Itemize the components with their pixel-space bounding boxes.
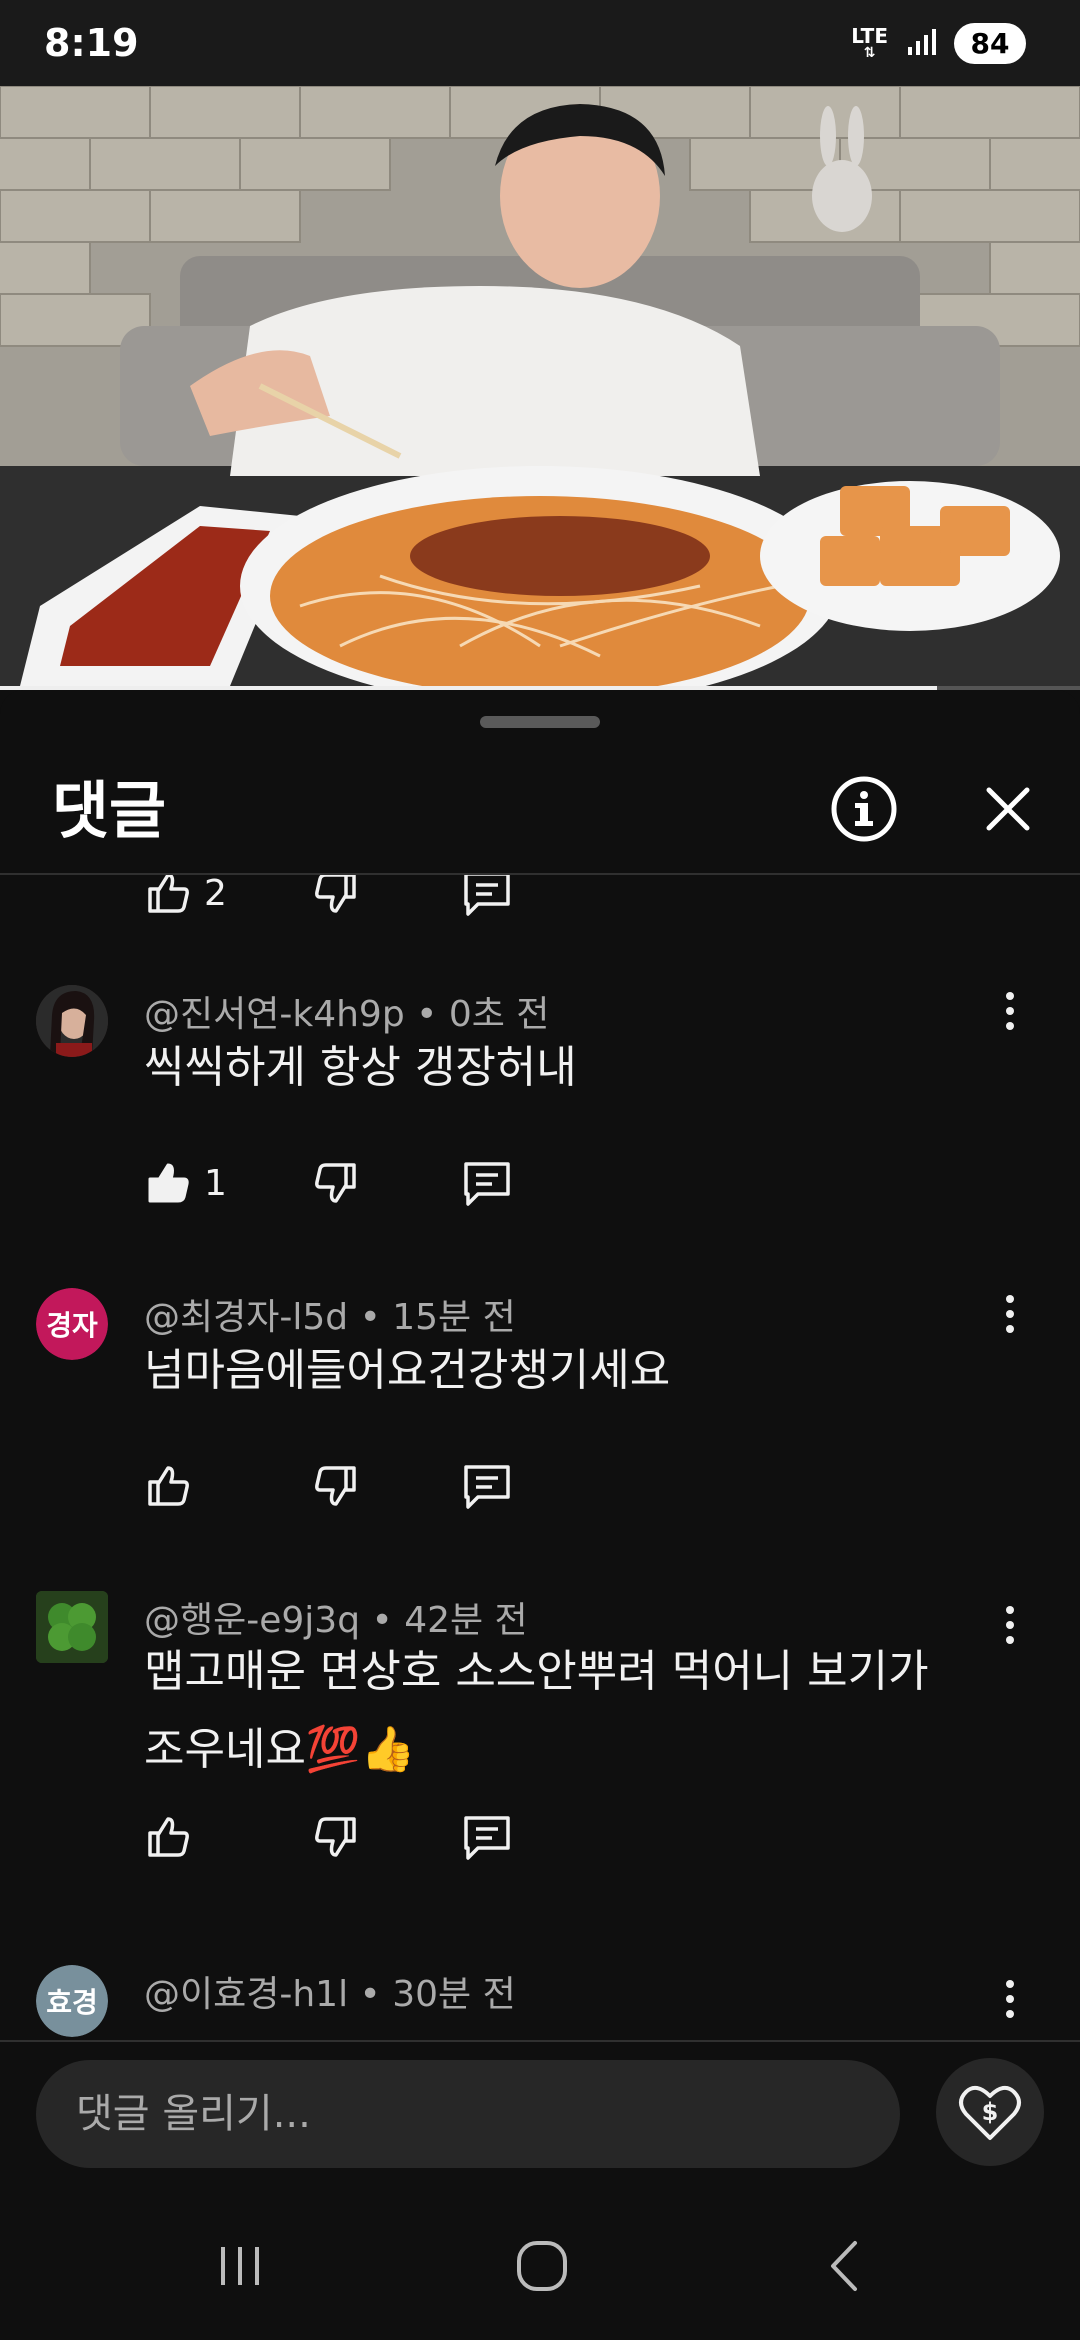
dislike-button[interactable] xyxy=(312,875,360,923)
comment-text: 씩씩하게 항상 갱장허내 xyxy=(144,1042,577,1093)
recents-button[interactable] xyxy=(180,2226,300,2306)
comment-actions xyxy=(144,1807,644,1867)
clover-icon xyxy=(36,1591,108,1663)
system-nav-bar xyxy=(0,2190,1080,2340)
avatar[interactable] xyxy=(36,1591,108,1663)
reply-icon xyxy=(464,1465,510,1509)
video-frame xyxy=(0,86,1080,690)
back-icon xyxy=(831,2241,857,2291)
data-arrows-icon: ⇅ xyxy=(863,45,876,61)
thumbs-down-icon xyxy=(315,875,356,913)
avatar-initials: 효경 xyxy=(36,1965,108,2037)
dislike-button[interactable] xyxy=(312,1153,360,1213)
network-label: LTE xyxy=(851,24,888,48)
reply-icon xyxy=(464,875,510,916)
reply-icon xyxy=(464,1816,510,1860)
svg-text:$: $ xyxy=(982,2098,999,2126)
like-button[interactable]: 2 xyxy=(144,875,227,923)
dislike-button[interactable] xyxy=(312,1807,360,1867)
recents-icon xyxy=(221,2247,259,2285)
thumbs-up-filled-icon xyxy=(148,1163,189,1203)
meta-separator: • xyxy=(359,1974,393,2015)
dislike-button[interactable] xyxy=(312,1456,360,1516)
status-bar: 8:19 LTE ⇅ 84 xyxy=(0,0,1080,86)
comment-text-line: 맵고매운 면상호 소스안뿌려 먹어니 보기가 xyxy=(144,1646,929,1697)
reply-icon xyxy=(464,1162,510,1206)
comments-sheet: 댓글 2 @진서연-k4h9p • 0초 전 씩씩하게 항상 갱장허내 1 경자… xyxy=(0,690,1080,2050)
comment-time: 30분 전 xyxy=(392,1974,516,2015)
comment-actions: 1 xyxy=(144,1153,644,1213)
drag-handle[interactable] xyxy=(480,716,600,728)
comment-actions: 2 xyxy=(144,875,644,923)
like-count: 1 xyxy=(204,1162,227,1204)
home-button[interactable] xyxy=(482,2226,602,2306)
more-options-button[interactable] xyxy=(990,1969,1030,2029)
avatar-initials: 경자 xyxy=(36,1288,108,1360)
reply-button[interactable] xyxy=(460,875,514,923)
thumbs-up-icon xyxy=(148,1466,189,1506)
info-icon xyxy=(831,776,897,842)
thumbs-down-icon xyxy=(315,1163,356,1203)
avatar[interactable]: 경자 xyxy=(36,1288,108,1360)
avatar-photo xyxy=(36,985,108,1057)
network-indicator: LTE ⇅ xyxy=(851,26,888,60)
info-button[interactable] xyxy=(829,774,899,844)
video-player[interactable] xyxy=(0,86,1080,690)
comment-meta: @이효경-h1l • 30분 전 xyxy=(144,1965,516,2017)
signal-icon xyxy=(908,29,936,55)
like-button[interactable] xyxy=(144,1456,192,1516)
comment-text: 맵고매운 면상호 소스안뿌려 먹어니 보기가 조우네요💯👍 xyxy=(144,1633,1004,1789)
home-icon xyxy=(517,2241,567,2291)
comments-title: 댓글 xyxy=(52,774,167,847)
comment-author[interactable]: @이효경-h1l xyxy=(144,1974,348,2015)
thumbs-up-icon xyxy=(148,875,189,913)
reply-button[interactable] xyxy=(460,1153,514,1213)
super-thanks-heart-icon: $ xyxy=(959,2085,1021,2140)
super-thanks-button[interactable]: $ xyxy=(936,2058,1044,2166)
avatar[interactable]: 효경 xyxy=(36,1965,108,2037)
status-indicators: LTE ⇅ 84 xyxy=(851,22,1026,64)
thumbs-down-icon xyxy=(315,1817,356,1857)
comment-composer: $ xyxy=(0,2042,1080,2190)
comment-input[interactable] xyxy=(36,2060,900,2168)
close-icon xyxy=(986,787,1030,831)
back-button[interactable] xyxy=(784,2226,904,2306)
like-button[interactable]: 1 xyxy=(144,1153,227,1213)
reply-button[interactable] xyxy=(460,1456,514,1516)
comment-text: 넘마음에들어요건강챙기세요 xyxy=(144,1345,671,1396)
like-button[interactable] xyxy=(144,1807,192,1867)
thumbs-up-icon xyxy=(148,1817,189,1857)
reply-button[interactable] xyxy=(460,1807,514,1867)
battery-indicator: 84 xyxy=(954,22,1026,64)
avatar[interactable] xyxy=(36,985,108,1057)
status-time: 8:19 xyxy=(44,21,139,65)
close-button[interactable] xyxy=(973,774,1043,844)
comments-list[interactable]: 2 @진서연-k4h9p • 0초 전 씩씩하게 항상 갱장허내 1 경자 @최… xyxy=(0,875,1080,2050)
comment-actions xyxy=(144,1456,644,1516)
comment-text-line: 조우네요💯👍 xyxy=(144,1724,416,1775)
thumbs-down-icon xyxy=(315,1466,356,1506)
like-count: 2 xyxy=(204,875,227,914)
